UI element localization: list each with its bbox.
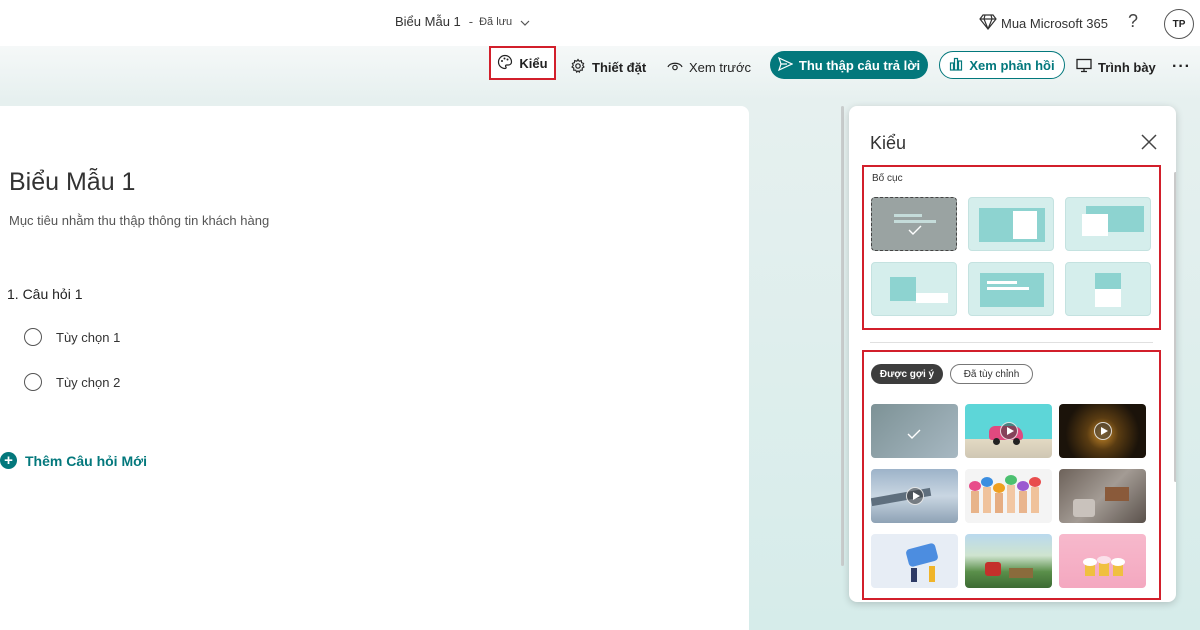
form-title[interactable]: Biểu Mẫu 1 <box>9 168 135 197</box>
option-label: Tùy chọn 1 <box>56 329 121 345</box>
saved-status: Đã lưu <box>479 15 513 28</box>
monitor-icon <box>1076 58 1092 76</box>
theme-lake-tractor[interactable] <box>965 534 1052 588</box>
theme-coffee-room[interactable] <box>1059 469 1146 523</box>
form-name-area[interactable]: Biểu Mẫu 1 - Đã lưu <box>395 14 530 29</box>
theme-default-selected[interactable] <box>871 404 958 458</box>
help-icon[interactable]: ? <box>1128 11 1138 32</box>
settings-button[interactable]: Thiết đặt <box>570 52 646 82</box>
theme-painted-hands[interactable] <box>965 469 1052 523</box>
theme-airplane-wing[interactable] <box>871 469 958 523</box>
buy-microsoft-365-link[interactable]: Mua Microsoft 365 <box>979 14 1108 33</box>
theme-golden-sparks[interactable] <box>1059 404 1146 458</box>
toolbar: Kiểu Thiết đặt Xem trước Thu thập câu tr… <box>0 46 1200 86</box>
plus-icon: + <box>0 452 17 469</box>
tab-custom[interactable]: Đã tùy chỉnh <box>950 364 1033 384</box>
present-button[interactable]: Trình bày <box>1076 52 1156 82</box>
radio-button[interactable] <box>24 328 42 346</box>
panel-scrollbar[interactable] <box>1174 172 1176 482</box>
layout-option-5[interactable] <box>968 262 1054 316</box>
form-card: Biểu Mẫu 1 Mục tiêu nhằm thu thập thông … <box>0 106 749 630</box>
option-2[interactable]: Tùy chọn 2 <box>24 373 120 391</box>
close-icon[interactable] <box>1139 132 1159 152</box>
theme-review-stars[interactable] <box>871 534 958 588</box>
bar-chart-icon <box>949 57 963 74</box>
radio-button[interactable] <box>24 373 42 391</box>
style-button[interactable]: Kiểu <box>489 46 556 80</box>
style-panel: Kiểu Bố cục Được gợi ý Đã tùy chỉnh <box>849 106 1176 602</box>
gear-icon <box>570 58 586 77</box>
add-question-label: Thêm Câu hỏi Mới <box>25 452 147 469</box>
diamond-icon <box>979 14 1001 33</box>
view-responses-button[interactable]: Xem phản hồi <box>939 51 1065 79</box>
play-icon <box>999 422 1018 440</box>
preview-button[interactable]: Xem trước <box>667 52 751 82</box>
present-label: Trình bày <box>1098 59 1156 75</box>
check-icon <box>908 222 922 240</box>
style-label: Kiểu <box>519 55 548 71</box>
collect-label: Thu thập câu trả lời <box>798 57 921 73</box>
play-icon <box>905 487 924 505</box>
settings-label: Thiết đặt <box>592 59 647 75</box>
add-question-button[interactable]: + Thêm Câu hỏi Mới <box>0 452 147 469</box>
buy-label: Mua Microsoft 365 <box>1001 16 1108 31</box>
section-divider <box>870 342 1153 343</box>
collect-responses-button[interactable]: Thu thập câu trả lời <box>770 51 928 79</box>
avatar[interactable]: TP <box>1164 9 1194 39</box>
option-1[interactable]: Tùy chọn 1 <box>24 328 120 346</box>
tab-suggested[interactable]: Được gợi ý <box>871 364 943 384</box>
play-icon <box>1093 422 1112 440</box>
form-description[interactable]: Mục tiêu nhằm thu thập thông tin khách h… <box>9 213 269 228</box>
eye-icon <box>667 60 683 75</box>
layout-option-4[interactable] <box>871 262 957 316</box>
layout-option-2[interactable] <box>968 197 1054 251</box>
layout-option-1[interactable] <box>871 197 957 251</box>
responses-label: Xem phản hồi <box>969 57 1055 73</box>
question-title[interactable]: 1. Câu hỏi 1 <box>7 286 83 302</box>
check-icon <box>907 426 921 444</box>
layout-option-6[interactable] <box>1065 262 1151 316</box>
form-name[interactable]: Biểu Mẫu 1 <box>395 14 461 29</box>
layout-section-label: Bố cục <box>872 173 903 184</box>
preview-label: Xem trước <box>689 59 752 75</box>
layout-option-3[interactable] <box>1065 197 1151 251</box>
more-options-button[interactable]: ··· <box>1172 52 1191 82</box>
theme-pink-car[interactable] <box>965 404 1052 458</box>
top-bar: Biểu Mẫu 1 - Đã lưu Mua Microsoft 365 ? … <box>0 0 1200 46</box>
panel-title: Kiểu <box>870 133 907 153</box>
title-separator: - <box>468 14 474 29</box>
page-scrollbar[interactable] <box>841 106 844 566</box>
theme-cupcakes[interactable] <box>1059 534 1146 588</box>
option-label: Tùy chọn 2 <box>56 374 121 390</box>
send-icon <box>777 56 794 74</box>
palette-icon <box>497 54 513 73</box>
chevron-down-icon[interactable] <box>520 14 530 29</box>
